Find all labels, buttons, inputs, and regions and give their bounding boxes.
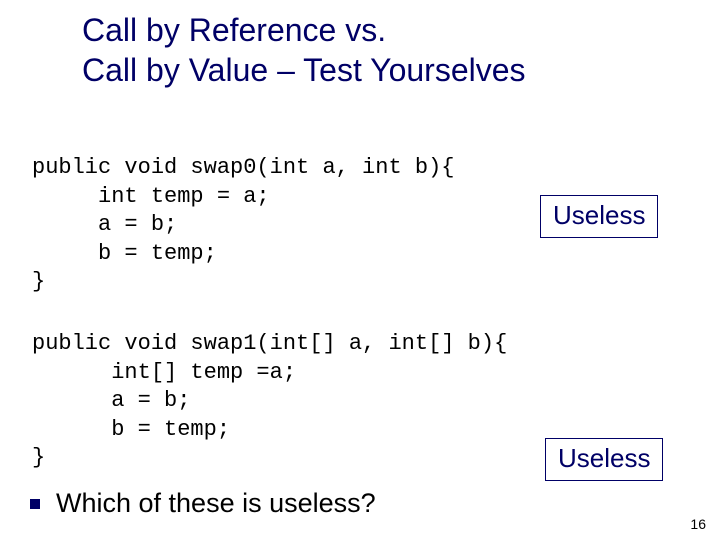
code-block-swap0: public void swap0(int a, int b){ int tem… (32, 154, 454, 297)
question-row: Which of these is useless? (30, 488, 376, 519)
annotation-useless-2: Useless (545, 438, 663, 481)
code-block-swap1: public void swap1(int[] a, int[] b){ int… (32, 330, 507, 473)
page-number: 16 (690, 516, 706, 532)
title-line-2: Call by Value – Test Yourselves (82, 52, 526, 88)
title-line-1: Call by Reference vs. (82, 12, 386, 48)
annotation-useless-1: Useless (540, 195, 658, 238)
slide-title: Call by Reference vs. Call by Value – Te… (82, 10, 526, 90)
bullet-icon (30, 499, 40, 509)
question-text: Which of these is useless? (56, 488, 376, 519)
